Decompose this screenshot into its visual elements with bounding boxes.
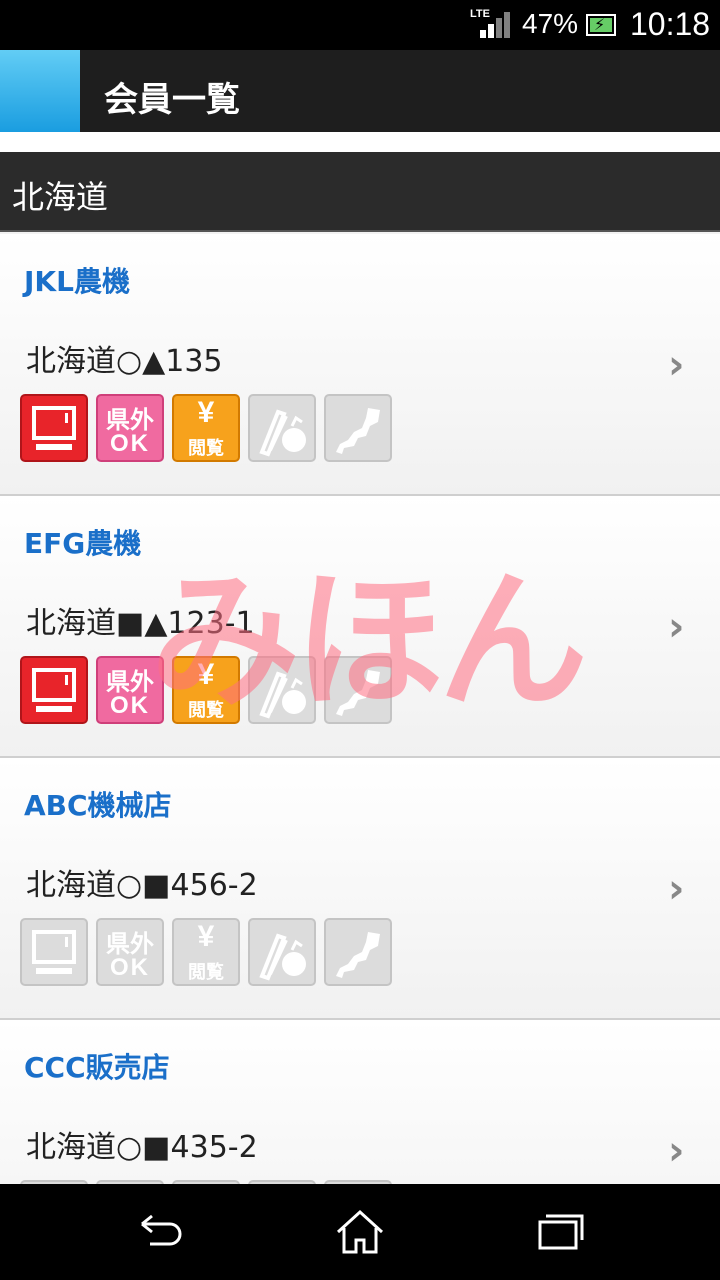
outside-ok-icon: 県外OK bbox=[96, 918, 164, 986]
yen-label: ¥ bbox=[197, 396, 215, 429]
list-item[interactable]: EFG農機 北海道■▲123-1 › 県外 OK ¥ 閲覧 bbox=[0, 496, 720, 758]
chevron-right-icon: › bbox=[668, 342, 685, 388]
pc-icon bbox=[20, 918, 88, 986]
chevron-right-icon: › bbox=[668, 866, 685, 912]
header-gap bbox=[0, 132, 720, 152]
clock: 10:18 bbox=[630, 6, 711, 42]
pc-icon bbox=[20, 656, 88, 724]
chevron-right-icon: › bbox=[668, 604, 685, 650]
back-icon[interactable] bbox=[130, 1202, 190, 1262]
ok-label: OK bbox=[110, 430, 150, 457]
yen-label: ¥ bbox=[197, 920, 215, 953]
recents-icon[interactable] bbox=[530, 1202, 590, 1262]
yen-view-icon: ¥ 閲覧 bbox=[172, 918, 240, 986]
outside-ok-icon: 県外OK bbox=[96, 394, 164, 462]
vegetable-icon bbox=[248, 918, 316, 986]
vegetable-icon bbox=[248, 394, 316, 462]
battery-icon: ⚡ bbox=[586, 14, 616, 36]
status-bar: LTE 47% ⚡ 10:18 bbox=[0, 0, 720, 50]
ok-label: OK bbox=[110, 692, 150, 719]
list-item[interactable]: CCC販売店 北海道○■435-2 › 県外OK¥閲覧 bbox=[0, 1020, 720, 1184]
member-address: 北海道■▲123-1 bbox=[26, 606, 255, 641]
japan-map-icon bbox=[324, 394, 392, 462]
network-type: LTE bbox=[470, 8, 490, 20]
home-icon[interactable] bbox=[330, 1202, 390, 1262]
pc-icon bbox=[20, 394, 88, 462]
navigation-bar bbox=[0, 1184, 720, 1280]
member-list: JKL農機 北海道○▲135 › 県外 OK ¥ 閲覧 EFG農機 北海道■▲123-… bbox=[0, 234, 720, 1184]
view-label: 閲覧 bbox=[188, 700, 224, 721]
outside-ok-icon: 県外OK bbox=[96, 656, 164, 724]
japan-map-icon bbox=[324, 918, 392, 986]
japan-map-icon bbox=[324, 656, 392, 724]
yen-view-icon: ¥ 閲覧 bbox=[172, 394, 240, 462]
signal-icon: LTE bbox=[470, 8, 512, 42]
section-label: 北海道 bbox=[12, 178, 109, 216]
member-name: ABC機械店 bbox=[24, 789, 172, 822]
list-item[interactable]: JKL農機 北海道○▲135 › 県外 OK ¥ 閲覧 bbox=[0, 234, 720, 496]
app-header: 会員一覧 bbox=[0, 50, 720, 132]
yen-label: ¥ bbox=[197, 658, 215, 691]
member-address: 北海道○■435-2 bbox=[26, 1130, 258, 1165]
view-label: 閲覧 bbox=[188, 962, 224, 983]
member-address: 北海道○▲135 bbox=[26, 344, 223, 379]
chevron-right-icon: › bbox=[668, 1128, 685, 1174]
ok-label: OK bbox=[110, 954, 150, 981]
member-name: JKL農機 bbox=[24, 265, 130, 298]
page-title: 会員一覧 bbox=[104, 80, 240, 120]
member-name: EFG農機 bbox=[24, 527, 142, 560]
member-name: CCC販売店 bbox=[24, 1051, 170, 1084]
view-label: 閲覧 bbox=[188, 438, 224, 459]
list-item[interactable]: ABC機械店 北海道○■456-2 › 県外 OK ¥ 閲覧 bbox=[0, 758, 720, 1020]
header-accent bbox=[0, 50, 80, 132]
battery-percent: 47% bbox=[522, 8, 579, 39]
yen-view-icon: ¥ 閲覧 bbox=[172, 656, 240, 724]
vegetable-icon bbox=[248, 656, 316, 724]
section-header: 北海道 bbox=[0, 152, 720, 232]
member-address: 北海道○■456-2 bbox=[26, 868, 258, 903]
